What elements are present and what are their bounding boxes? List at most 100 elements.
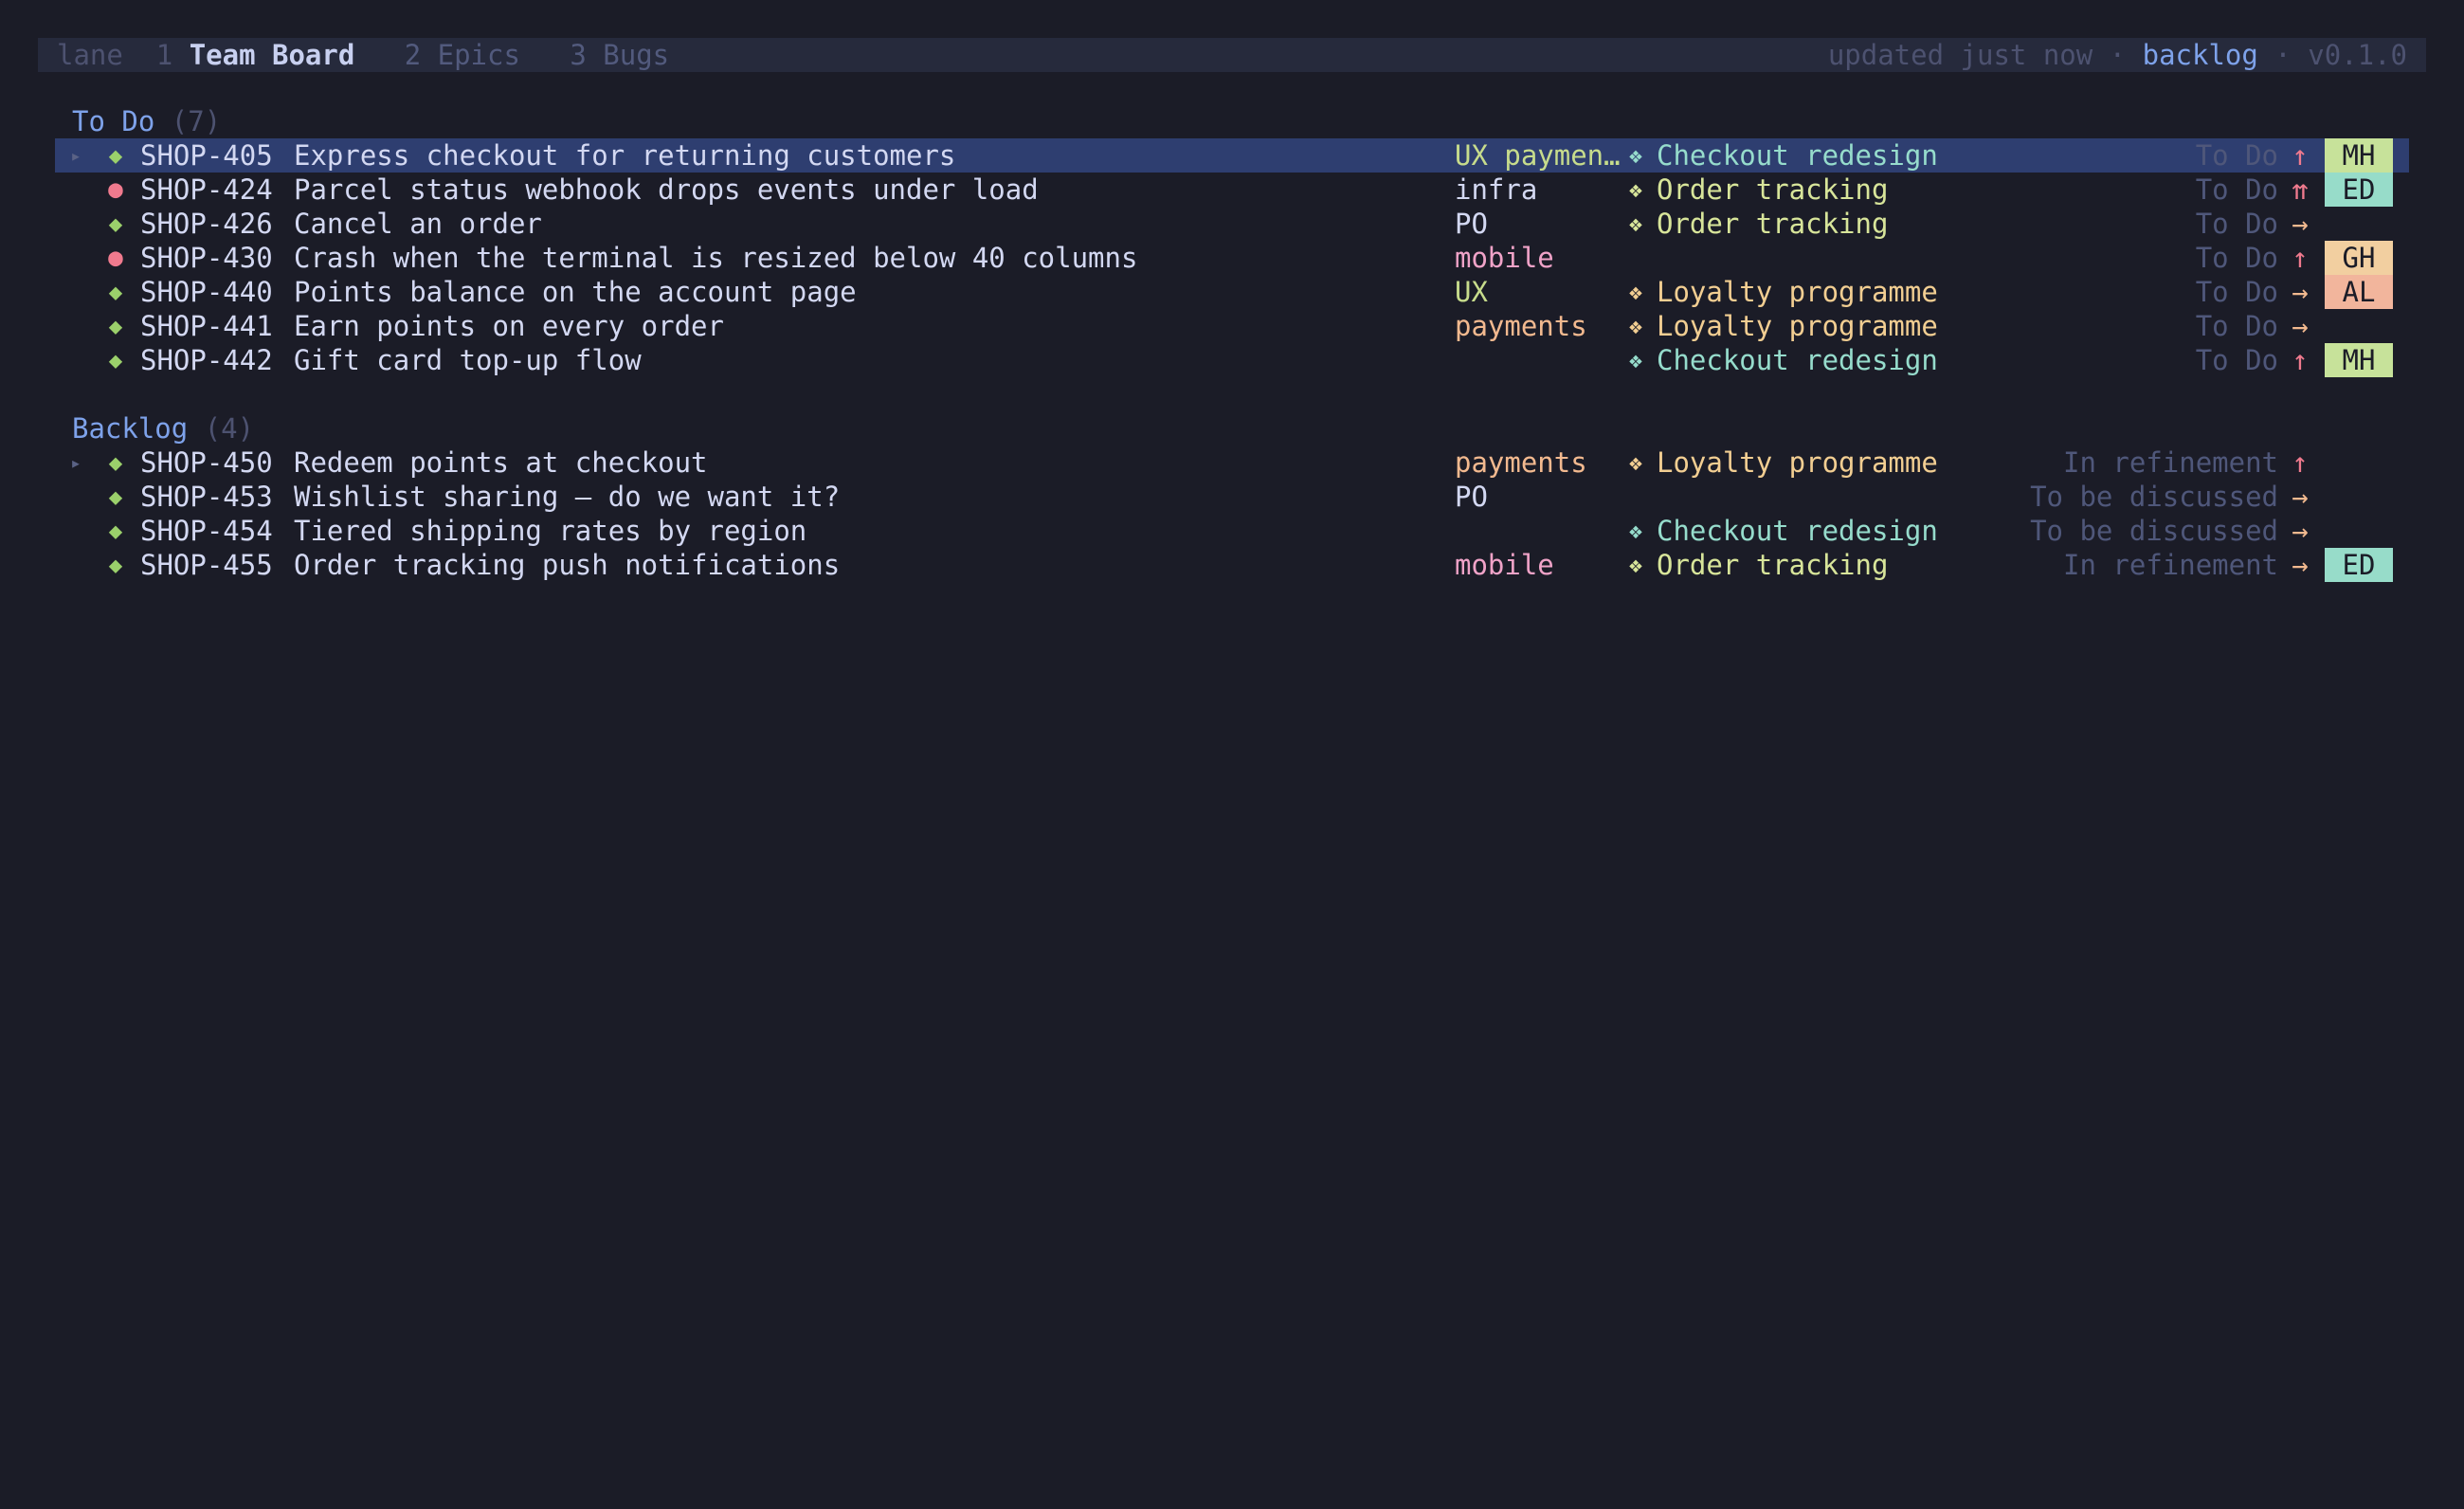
tab-epics[interactable]: 2 Epics — [405, 39, 520, 71]
issue-row[interactable]: ● SHOP-430 Crash when the terminal is resi… — [55, 241, 2409, 275]
story-diamond-icon: ◆ — [108, 483, 123, 510]
assignee-avatar: ED — [2325, 173, 2393, 207]
issue-labels: PO — [1455, 481, 1488, 513]
tab-label: Epics — [437, 39, 520, 71]
issue-title: Wishlist sharing — do we want it? — [294, 481, 841, 513]
assignee-avatar: ED — [2325, 548, 2393, 582]
status-text: To Do — [2195, 310, 2278, 342]
issue-row[interactable]: ◆ SHOP-440 Points balance on the account p… — [55, 275, 2409, 309]
separator: · — [2109, 39, 2127, 71]
story-diamond-icon: ◆ — [108, 347, 123, 373]
issue-labels: UX — [1455, 276, 1488, 308]
status-text: To Do — [2195, 242, 2278, 274]
issue-key: SHOP-454 — [140, 515, 273, 547]
epic-icon: ❖ — [1628, 176, 1643, 203]
epic-icon: ❖ — [1628, 518, 1643, 544]
priority-arrow-icon: → — [2292, 276, 2309, 308]
assignee-avatar: AL — [2325, 275, 2393, 309]
issue-title: Redeem points at checkout — [294, 446, 708, 479]
epic-icon: ❖ — [1628, 449, 1643, 476]
issue-title: Cancel an order — [294, 208, 542, 240]
issue-labels: PO — [1455, 208, 1488, 240]
status-text: To be discussed — [2030, 481, 2278, 513]
issue-title: Crash when the terminal is resized below… — [294, 242, 1138, 274]
tab-team-board[interactable]: 1 Team Board — [156, 39, 355, 71]
issue-key: SHOP-426 — [140, 208, 273, 240]
status-text: To be discussed — [2030, 515, 2278, 547]
status-text: To Do — [2195, 276, 2278, 308]
tab-bugs[interactable]: 3 Bugs — [570, 39, 669, 71]
status-text: In refinement — [2063, 446, 2278, 479]
issue-title: Parcel status webhook drops events under… — [294, 173, 1039, 206]
issue-row[interactable]: ◆ SHOP-441 Earn points on every order payme… — [55, 309, 2409, 343]
issue-row[interactable]: ◆ SHOP-453 Wishlist sharing — do we want i… — [55, 480, 2409, 514]
epic-icon: ❖ — [1628, 552, 1643, 578]
epic-icon: ❖ — [1628, 210, 1643, 237]
status-text: To Do — [2195, 208, 2278, 240]
expand-caret-icon[interactable]: ▸ — [70, 445, 82, 480]
status-text: In refinement — [2063, 549, 2278, 581]
view-name: backlog — [2142, 39, 2258, 71]
issue-key: SHOP-405 — [140, 139, 273, 172]
priority-arrow-icon: → — [2292, 310, 2309, 342]
story-diamond-icon: ◆ — [108, 552, 123, 578]
separator: · — [2274, 39, 2292, 71]
priority-arrow-icon: ↑ — [2292, 344, 2309, 376]
issue-row[interactable]: ▸ ◆ SHOP-450 Redeem points at checkout payme… — [55, 445, 2409, 480]
epic-name: Order tracking — [1657, 549, 1889, 581]
issue-row[interactable]: ◆ SHOP-442 Gift card top-up flow ❖ Checkout … — [55, 343, 2409, 377]
priority-arrow-icon: → — [2292, 549, 2309, 581]
priority-arrow-icon: → — [2292, 515, 2309, 547]
expand-caret-icon[interactable]: ▸ — [70, 138, 82, 173]
priority-arrow-icon: ↑ — [2292, 446, 2309, 479]
issue-labels: payments — [1455, 446, 1587, 479]
issue-key: SHOP-430 — [140, 242, 273, 274]
section-name: Backlog — [72, 412, 189, 445]
issue-title: Tiered shipping rates by region — [294, 515, 807, 547]
bug-dot-icon: ● — [108, 175, 123, 204]
section-header[interactable]: Backlog (4) — [72, 411, 254, 445]
priority-arrow-icon: → — [2292, 481, 2309, 513]
epic-icon: ❖ — [1628, 279, 1643, 305]
priority-arrow-icon: ↑ — [2292, 242, 2309, 274]
status-text: To Do — [2195, 173, 2278, 206]
issue-row[interactable]: ◆ SHOP-454 Tiered shipping rates by region… — [55, 514, 2409, 548]
issue-row[interactable]: ▸ ◆ SHOP-405 Express checkout for returning… — [55, 138, 2409, 173]
epic-icon: ❖ — [1628, 142, 1643, 169]
issue-key: SHOP-442 — [140, 344, 273, 376]
section-header[interactable]: To Do (7) — [72, 104, 221, 138]
updated-text: updated just now — [1827, 39, 2093, 71]
tab-label: Team Board — [189, 39, 355, 71]
epic-name: Checkout redesign — [1657, 515, 1938, 547]
issue-row[interactable]: ◆ SHOP-426 Cancel an order PO ❖ Order trackin… — [55, 207, 2409, 241]
issue-title: Earn points on every order — [294, 310, 724, 342]
epic-icon: ❖ — [1628, 347, 1643, 373]
version: v0.1.0 — [2308, 39, 2407, 71]
story-diamond-icon: ◆ — [108, 142, 123, 169]
issue-key: SHOP-441 — [140, 310, 273, 342]
issue-key: SHOP-453 — [140, 481, 273, 513]
tab-number: 1 — [155, 39, 173, 71]
tab-bar: lane 1 Team Board 2 Epics 3 Bugs — [57, 38, 669, 72]
top-bar: lane 1 Team Board 2 Epics 3 Bugs updated… — [38, 38, 2426, 72]
issue-key: SHOP-455 — [140, 549, 273, 581]
section-count: (7) — [171, 105, 222, 137]
issue-row[interactable]: ◆ SHOP-455 Order tracking push notificatio… — [55, 548, 2409, 582]
epic-name: Loyalty programme — [1657, 446, 1938, 479]
epic-name: Order tracking — [1657, 173, 1889, 206]
issue-row[interactable]: ● SHOP-424 Parcel status webhook drops eve… — [55, 173, 2409, 207]
assignee-avatar: MH — [2325, 343, 2393, 377]
issue-labels: payments — [1455, 310, 1587, 342]
issue-labels: mobile — [1455, 242, 1554, 274]
issue-key: SHOP-450 — [140, 446, 273, 479]
epic-icon: ❖ — [1628, 313, 1643, 339]
epic-name: Checkout redesign — [1657, 344, 1938, 376]
issue-title: Gift card top-up flow — [294, 344, 642, 376]
issue-key: SHOP-424 — [140, 173, 273, 206]
status-text: To Do — [2195, 139, 2278, 172]
priority-arrow-icon: → — [2292, 208, 2309, 240]
terminal-screen: lane 1 Team Board 2 Epics 3 Bugs updated… — [0, 0, 2464, 1509]
tab-number: 2 — [404, 39, 422, 71]
section-count: (4) — [204, 412, 255, 445]
bug-dot-icon: ● — [108, 244, 123, 272]
